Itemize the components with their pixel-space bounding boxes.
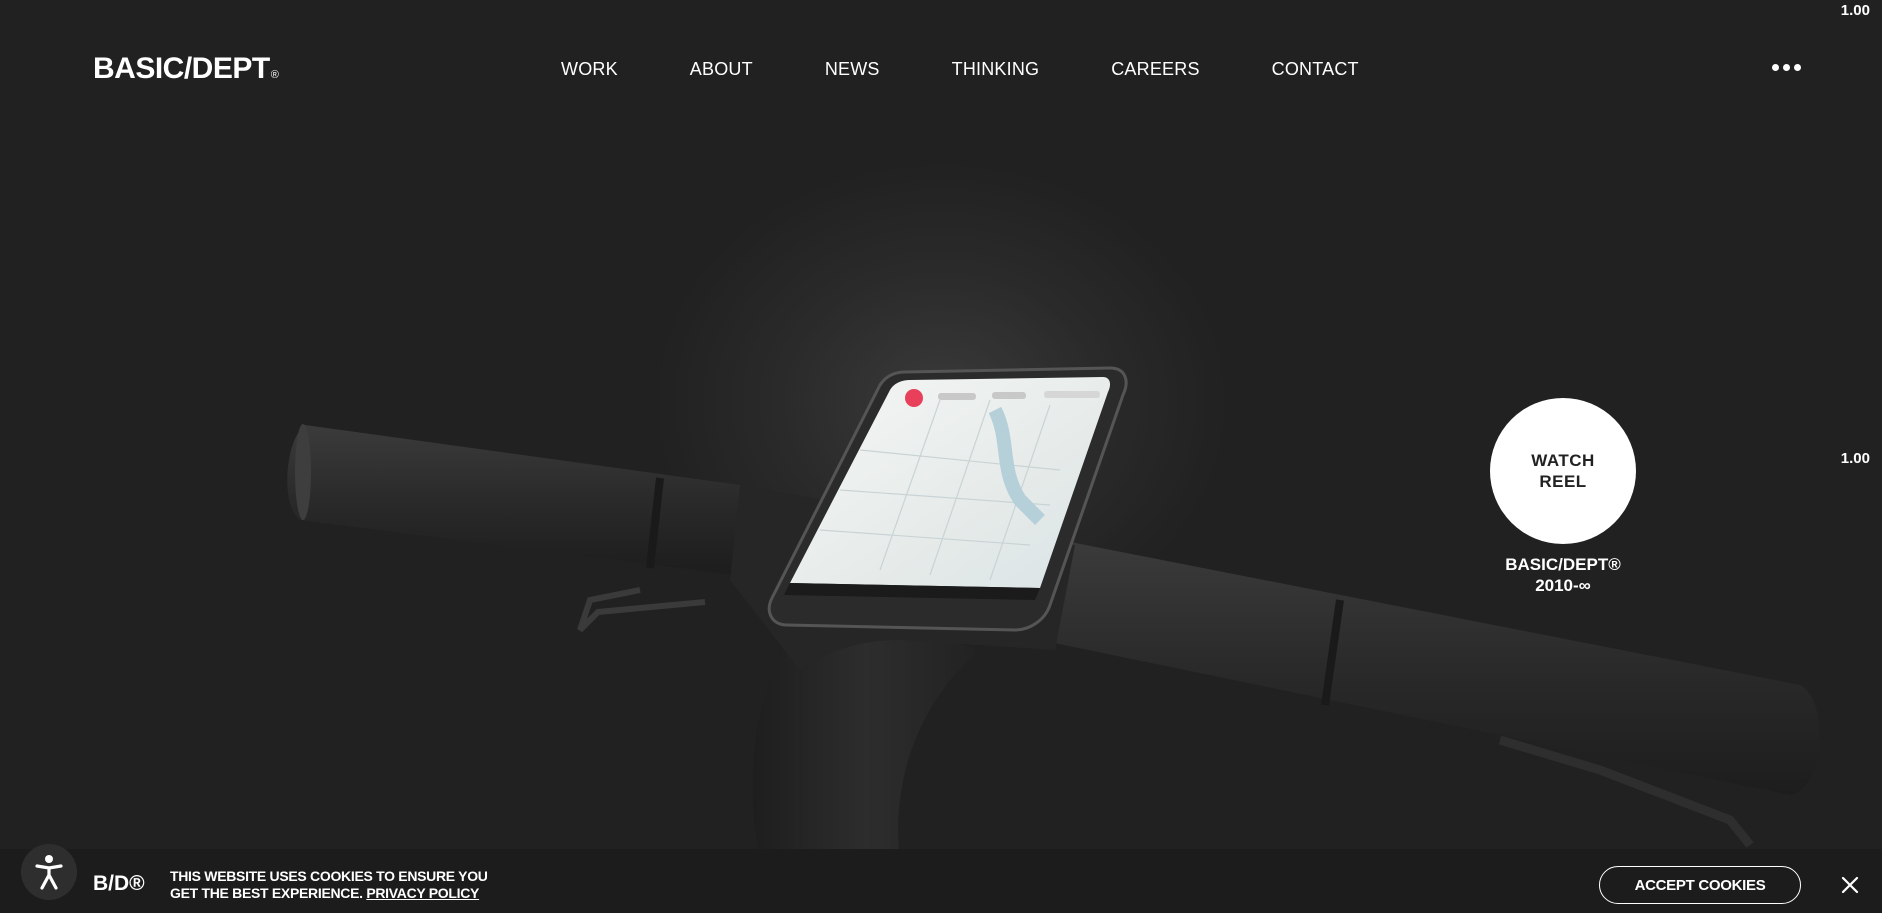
privacy-policy-link[interactable]: PRIVACY POLICY <box>366 885 479 901</box>
logo-text: BASIC/DEPT <box>93 52 270 85</box>
brand-name: BASIC/DEPT® <box>1505 555 1621 574</box>
brand-years-label: BASIC/DEPT® 2010-∞ <box>1490 554 1636 596</box>
cookie-logo: B/D® <box>93 872 145 895</box>
nav-item-thinking[interactable]: THINKING <box>952 59 1040 80</box>
dot <box>1772 64 1779 71</box>
watch-reel-label: WATCH REEL <box>1531 451 1595 491</box>
dot <box>1783 64 1790 71</box>
nav-item-careers[interactable]: CAREERS <box>1111 59 1199 80</box>
nav-item-contact[interactable]: CONTACT <box>1272 59 1359 80</box>
cookie-message: THIS WEBSITE USES COOKIES TO ENSURE YOU … <box>170 868 488 902</box>
nav-item-work[interactable]: WORK <box>561 59 618 80</box>
accessibility-icon[interactable] <box>21 844 77 900</box>
logo-registered-mark: ® <box>270 69 279 81</box>
nav-item-news[interactable]: NEWS <box>825 59 880 80</box>
close-icon[interactable] <box>1839 874 1861 896</box>
dot <box>1794 64 1801 71</box>
brand-years: 2010-∞ <box>1535 576 1591 595</box>
cookie-line2-text: GET THE BEST EXPERIENCE. <box>170 885 363 901</box>
site-logo[interactable]: BASIC/DEPT® <box>93 52 279 86</box>
more-dots-icon[interactable] <box>1772 64 1801 71</box>
accept-cookies-button[interactable]: ACCEPT COOKIES <box>1599 866 1801 904</box>
main-nav: WORK ABOUT NEWS THINKING CAREERS CONTACT <box>561 59 1431 80</box>
cookie-message-line2: GET THE BEST EXPERIENCE. PRIVACY POLICY <box>170 885 488 902</box>
nav-item-about[interactable]: ABOUT <box>690 59 753 80</box>
fps-counter-top: 1.00 <box>1840 2 1870 19</box>
cookie-message-line1: THIS WEBSITE USES COOKIES TO ENSURE YOU <box>170 868 488 884</box>
watch-reel-button[interactable]: WATCH REEL <box>1490 398 1636 544</box>
fps-counter-mid: 1.00 <box>1840 450 1870 467</box>
